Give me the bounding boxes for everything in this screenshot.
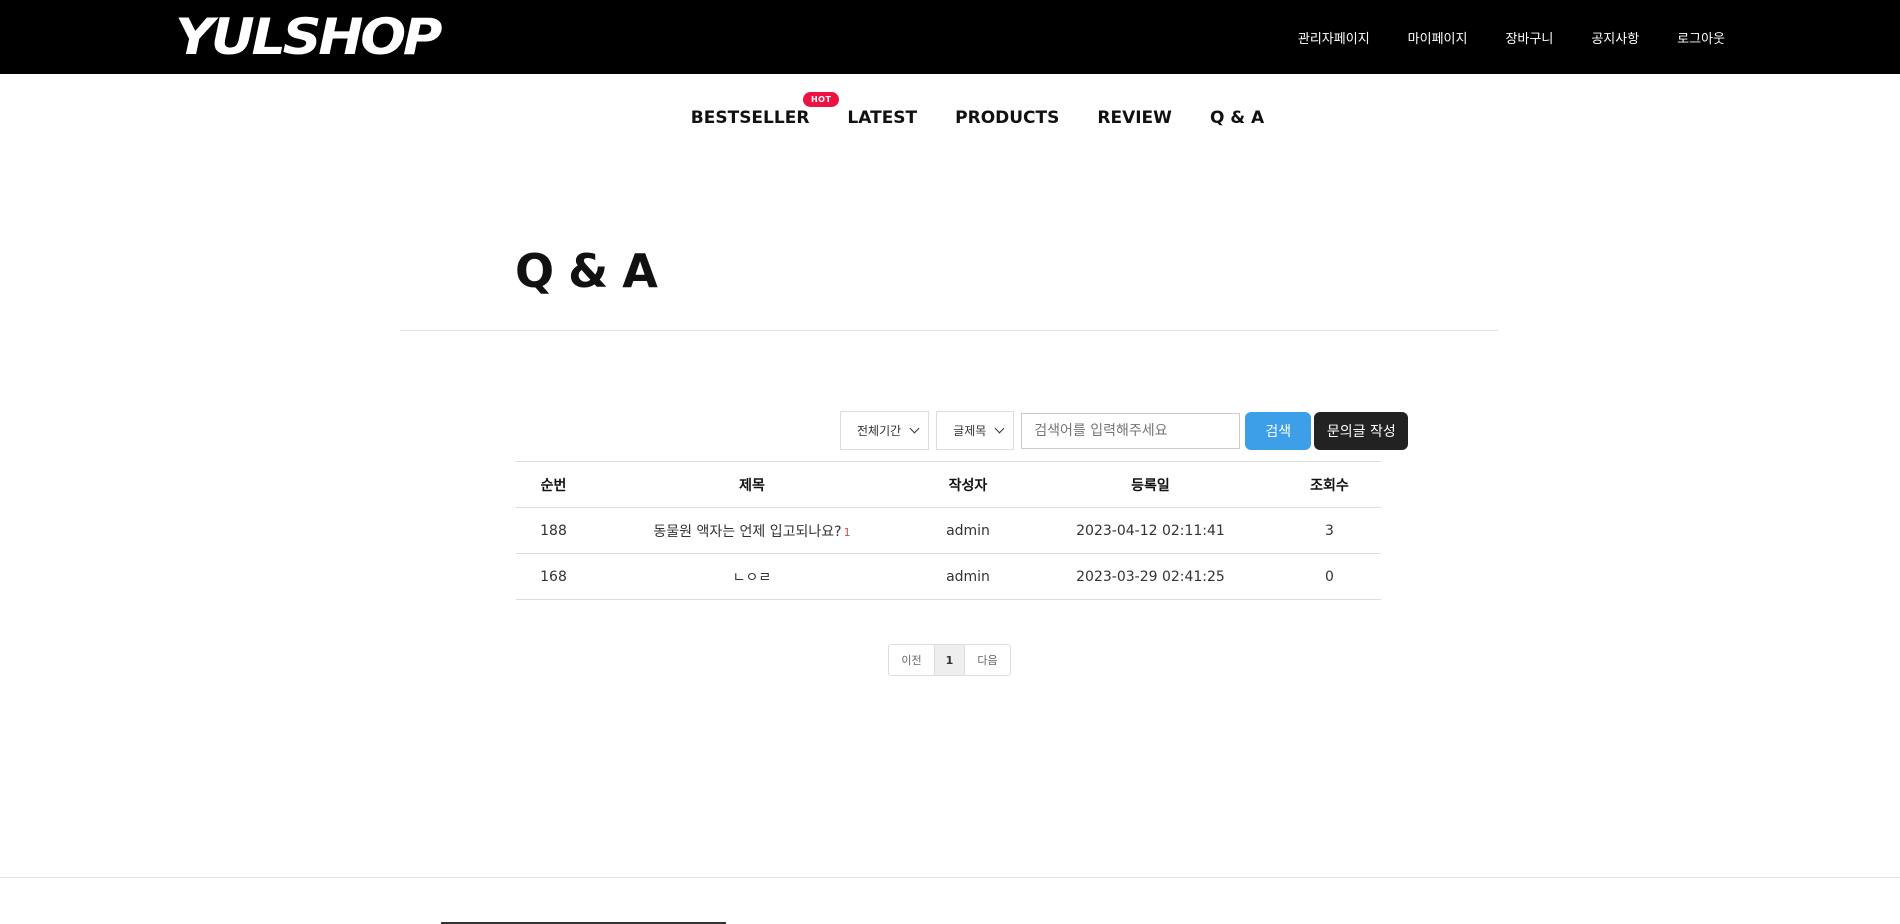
cell-views: 3 [1278, 507, 1381, 554]
pagination: 이전 1 다음 [888, 644, 1011, 676]
period-select[interactable]: 전체기간 [840, 411, 930, 450]
table-header-row: 순번 제목 작성자 등록일 조회수 [516, 461, 1381, 508]
nav-item-latest[interactable]: LATEST [847, 108, 917, 128]
footer-divider [0, 877, 1900, 878]
chevron-down-icon [909, 423, 920, 434]
main-nav: BESTSELLER HOT LATEST PRODUCTS REVIEW Q … [0, 92, 1900, 128]
post-title-link[interactable]: 동물원 액자는 언제 입고되나요? [653, 524, 841, 540]
cell-date: 2023-03-29 02:41:25 [1023, 553, 1278, 600]
column-header-views: 조회수 [1278, 461, 1381, 508]
nav-item-qna[interactable]: Q & A [1210, 108, 1264, 128]
search-input[interactable] [1021, 412, 1241, 449]
util-link-notice[interactable]: 공지사항 [1591, 28, 1639, 47]
cell-title[interactable]: 동물원 액자는 언제 입고되나요? 1 [591, 507, 913, 554]
period-select-value: 전체기간 [857, 424, 902, 438]
column-header-writer: 작성자 [913, 461, 1023, 508]
chevron-down-icon [994, 423, 1005, 434]
column-header-no: 순번 [516, 461, 591, 508]
comment-count: 1 [843, 525, 851, 539]
nav-item-bestseller[interactable]: BESTSELLER HOT [690, 92, 840, 128]
field-select-value: 글제목 [953, 424, 987, 438]
utility-nav: 관리자페이지 마이페이지 장바구니 공지사항 로그아웃 [1260, 0, 1725, 74]
table-row[interactable]: 188 동물원 액자는 언제 입고되나요? 1 admin 2023-04-12 … [516, 507, 1381, 554]
pagination-prev[interactable]: 이전 [889, 645, 935, 675]
hot-badge: HOT [802, 92, 840, 107]
table-row[interactable]: 168 ㄴㅇㄹ admin 2023-03-29 02:41:25 0 [516, 553, 1381, 600]
util-link-logout[interactable]: 로그아웃 [1677, 28, 1725, 47]
cell-writer: admin [913, 507, 1023, 554]
page-title: Q & A [515, 244, 658, 298]
cell-no: 168 [516, 553, 591, 600]
nav-item-label: BESTSELLER [690, 108, 810, 128]
search-area: 전체기간 글제목 검색 문의글 작성 [840, 411, 1409, 450]
write-inquiry-button[interactable]: 문의글 작성 [1314, 411, 1409, 450]
nav-item-review[interactable]: REVIEW [1097, 108, 1172, 128]
site-logo[interactable]: YULSHOP [175, 10, 442, 64]
nav-item-products[interactable]: PRODUCTS [955, 108, 1059, 128]
cell-no: 188 [516, 507, 591, 554]
pagination-page-current[interactable]: 1 [935, 645, 965, 675]
cell-writer: admin [913, 553, 1023, 600]
qna-table: 순번 제목 작성자 등록일 조회수 188 동물원 액자는 언제 입고되나요? 1… [516, 461, 1381, 600]
title-divider [400, 330, 1498, 331]
cell-views: 0 [1278, 553, 1381, 600]
util-link-admin[interactable]: 관리자페이지 [1298, 28, 1370, 47]
field-select[interactable]: 글제목 [936, 411, 1015, 450]
util-link-cart[interactable]: 장바구니 [1505, 28, 1553, 47]
util-link-mypage[interactable]: 마이페이지 [1408, 28, 1468, 47]
pagination-next[interactable]: 다음 [965, 645, 1010, 675]
column-header-date: 등록일 [1023, 461, 1278, 508]
top-bar: YULSHOP 관리자페이지 마이페이지 장바구니 공지사항 로그아웃 [0, 0, 1900, 74]
search-button[interactable]: 검색 [1245, 411, 1312, 450]
cell-title[interactable]: ㄴㅇㄹ [591, 553, 913, 600]
post-title-link[interactable]: ㄴㅇㄹ [733, 570, 772, 586]
cell-date: 2023-04-12 02:11:41 [1023, 507, 1278, 554]
column-header-title: 제목 [591, 461, 913, 508]
